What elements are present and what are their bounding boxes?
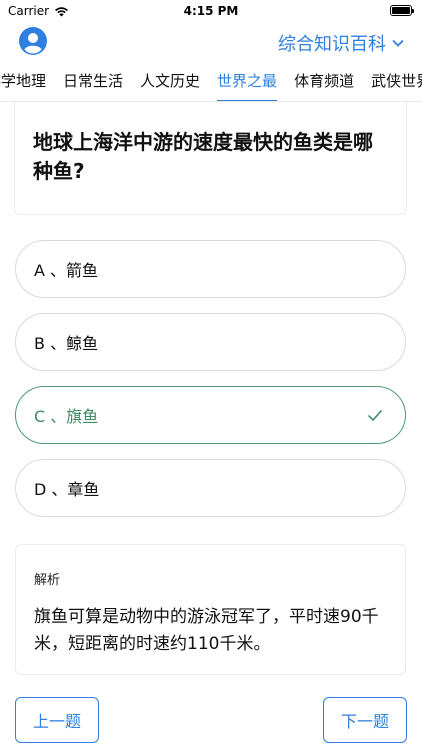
- previous-question-button[interactable]: 上一题: [15, 697, 99, 743]
- category-tabs: 科学地理 日常生活 人文历史 世界之最 体育频道 武侠世界: [0, 70, 422, 102]
- status-time: 4:15 PM: [183, 4, 239, 18]
- battery-icon: [390, 5, 414, 16]
- category-selector[interactable]: 综合知识百科: [278, 30, 404, 56]
- chevron-down-icon: [392, 39, 404, 47]
- option-a[interactable]: A 、箭鱼: [15, 240, 406, 298]
- user-avatar-icon[interactable]: [19, 27, 47, 55]
- category-title: 综合知识百科: [278, 34, 386, 55]
- tab-science-geography[interactable]: 科学地理: [0, 70, 46, 100]
- option-label: B 、鲸鱼: [34, 334, 99, 353]
- tab-daily-life[interactable]: 日常生活: [63, 70, 123, 100]
- tab-humanities-history[interactable]: 人文历史: [140, 70, 200, 100]
- tab-world-records[interactable]: 世界之最: [217, 70, 278, 102]
- analysis-text: 旗鱼可算是动物中的游泳冠军了，平时速90千米，短距离的时速约110千米。: [34, 607, 379, 654]
- option-label: C 、旗鱼: [34, 407, 99, 426]
- option-c[interactable]: C 、旗鱼: [15, 386, 406, 444]
- next-question-button[interactable]: 下一题: [323, 697, 407, 743]
- option-b[interactable]: B 、鲸鱼: [15, 313, 406, 371]
- analysis-card: 解析 旗鱼可算是动物中的游泳冠军了，平时速90千米，短距离的时速约110千米。: [15, 544, 406, 675]
- checkmark-icon: [367, 409, 383, 422]
- option-d[interactable]: D 、章鱼: [15, 459, 406, 517]
- question-card: 地球上海洋中游的速度最快的鱼类是哪种鱼?: [14, 102, 407, 215]
- question-text: 地球上海洋中游的速度最快的鱼类是哪种鱼?: [33, 130, 373, 183]
- nav-bar: 综合知识百科: [0, 22, 422, 62]
- status-bar: Carrier 4:15 PM: [0, 0, 422, 22]
- tab-sports[interactable]: 体育频道: [294, 70, 354, 100]
- option-label: D 、章鱼: [34, 480, 100, 499]
- tab-wuxia[interactable]: 武侠世界: [371, 70, 422, 100]
- option-label: A 、箭鱼: [34, 261, 99, 280]
- analysis-title: 解析: [34, 573, 61, 588]
